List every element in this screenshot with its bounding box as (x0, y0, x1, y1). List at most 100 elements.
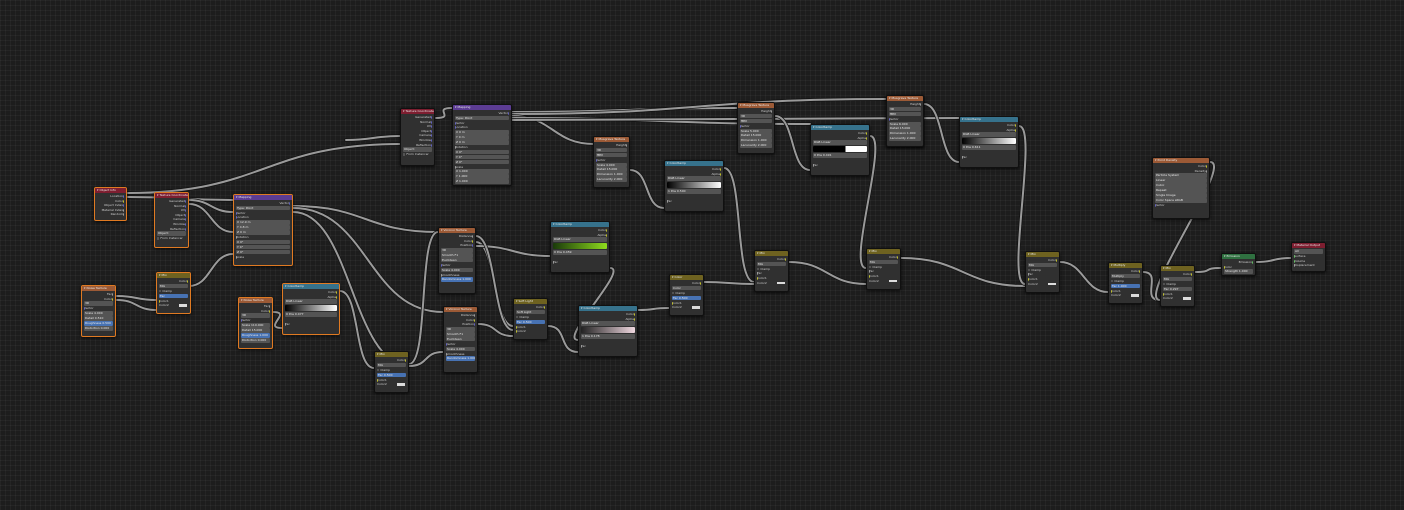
property-field[interactable]: 1 Pos 0.500 (667, 189, 721, 194)
property-field[interactable]: Mix (1163, 276, 1192, 282)
socket-icon[interactable] (516, 325, 517, 329)
socket-icon[interactable] (1191, 273, 1192, 276)
property-field[interactable]: Detail 15.000 (740, 133, 772, 139)
color-input[interactable]: Color2 (1111, 293, 1140, 298)
socket-icon[interactable] (123, 199, 124, 203)
color-swatch[interactable] (397, 383, 405, 386)
clamp-checkbox[interactable]: Clamp (1111, 279, 1140, 284)
property-field[interactable]: X 0 m (455, 130, 509, 135)
socket-icon[interactable] (1206, 169, 1207, 173)
socket-icon[interactable] (626, 144, 627, 147)
property-field[interactable]: Roughness 1.000 (241, 333, 270, 338)
color-swatch[interactable] (889, 279, 897, 283)
node-mix[interactable]: ▾ Mix Color Mix Clamp Fac Color1 Color2 (1025, 251, 1060, 293)
node-link[interactable] (408, 231, 439, 365)
chevron-down-icon[interactable]: ▾ (1155, 158, 1157, 163)
property-field[interactable]: Type: Point (236, 205, 290, 211)
socket-icon[interactable] (581, 344, 582, 348)
node-header[interactable]: ▾ Texture Coordinate (155, 193, 188, 198)
chevron-down-icon[interactable]: ▾ (377, 352, 379, 357)
property-field[interactable]: Scale 5.000 (740, 128, 772, 134)
node-link[interactable] (188, 203, 234, 233)
chevron-down-icon[interactable]: ▾ (553, 222, 555, 227)
property-field[interactable]: Mix (377, 362, 406, 368)
clamp-checkbox[interactable]: From Instancer (157, 236, 186, 241)
socket-icon[interactable] (123, 213, 124, 217)
node-link[interactable] (127, 143, 402, 194)
node-header[interactable]: ▾ Material Output (1292, 243, 1325, 248)
socket-icon[interactable] (455, 165, 456, 169)
node-link[interactable] (923, 103, 960, 163)
node-object-info[interactable]: ▾ Object Info Location Color Object Index Mat… (94, 187, 127, 221)
property-field[interactable]: Scale 4.000 (84, 311, 113, 316)
color-ramp-gradient[interactable] (581, 327, 635, 334)
property-field[interactable]: Color (672, 285, 701, 291)
node-voronoi-texture[interactable]: ▾ Voronoi Texture Distance Color Position 3D S… (443, 306, 478, 373)
socket-icon[interactable] (667, 199, 668, 203)
property-field[interactable]: 0 Pos 0.077 (285, 312, 337, 317)
property-field[interactable]: Smooth F1 (441, 252, 473, 258)
socket-icon[interactable] (472, 244, 473, 248)
node-mix[interactable]: ▾ Mix Color Mix Clamp Fac 0.297 Color1 Color2 (1160, 265, 1195, 307)
socket-icon[interactable] (700, 282, 701, 285)
socket-icon[interactable] (672, 301, 673, 305)
property-field[interactable]: X 0° (455, 149, 509, 155)
chevron-down-icon[interactable]: ▾ (516, 299, 518, 304)
property-field[interactable]: Z 0 m (455, 140, 509, 145)
property-field[interactable]: Fac 0.500 (377, 372, 406, 378)
property-field[interactable]: Object: (157, 231, 186, 237)
property-field[interactable]: Y 1.000 (455, 174, 509, 179)
node-mapping[interactable]: ▾ Mapping Vector Type: Point Vector Location X… (452, 104, 512, 187)
color-input[interactable]: Color2 (159, 303, 188, 308)
color-swatch[interactable] (777, 281, 785, 285)
color-ramp-gradient[interactable] (667, 182, 721, 189)
node-mix[interactable]: ▾ Mix Color Mix Clamp Fac 0.500 Color1 Color2 (374, 351, 409, 393)
node-multiply[interactable]: ▾ Multiply Color Multiply Clamp Fac 1.000 Colo… (1108, 262, 1143, 304)
property-field[interactable]: Mix (757, 261, 786, 267)
chevron-down-icon[interactable]: ▾ (1111, 263, 1113, 268)
color-ramp-gradient[interactable] (962, 138, 1016, 145)
color-input[interactable]: Color2 (1163, 296, 1192, 301)
socket-icon[interactable] (446, 352, 447, 356)
property-field[interactable]: Detail 15.000 (241, 328, 270, 333)
socket-icon[interactable] (606, 233, 607, 237)
node-link[interactable] (188, 253, 234, 287)
chevron-down-icon[interactable]: ▾ (1224, 254, 1226, 259)
socket-icon[interactable] (405, 359, 406, 362)
socket-icon[interactable] (336, 291, 337, 294)
socket-icon[interactable] (1015, 128, 1016, 132)
property-field[interactable]: Euclidean (446, 336, 475, 342)
chevron-down-icon[interactable]: ▾ (455, 105, 457, 110)
socket-icon[interactable] (1163, 292, 1164, 296)
property-field[interactable]: Dimension 1.000 (889, 131, 921, 136)
socket-icon[interactable] (785, 258, 786, 261)
node-noise-texture[interactable]: ▾ Noise Texture Fac Color 3D Vector Scale 4.00… (81, 285, 116, 337)
color-ramp-gradient[interactable] (813, 146, 867, 153)
socket-icon[interactable] (187, 280, 188, 283)
socket-icon[interactable] (185, 227, 186, 231)
property-field[interactable]: Y 0° (236, 244, 290, 250)
socket-icon[interactable] (431, 120, 432, 124)
clamp-checkbox[interactable]: Clamp (672, 291, 701, 296)
node-colorramp[interactable]: ▾ ColorRamp Color Alpha RGB Linear 0 Pos 0.45… (550, 221, 610, 273)
node-emission[interactable]: ▾ Emission Emission Color Strength 1.000 (1221, 253, 1256, 277)
socket-icon[interactable] (1206, 165, 1207, 168)
property-field[interactable]: X 0° (236, 239, 290, 245)
node-noise-texture[interactable]: ▾ Noise Texture Fac Color 3D Vector Scale 119.… (238, 297, 273, 349)
socket-icon[interactable] (474, 318, 475, 322)
property-field[interactable]: Fac 0.500 (516, 319, 545, 325)
clamp-checkbox[interactable]: From Instancer (403, 152, 432, 157)
chevron-down-icon[interactable]: ▾ (962, 117, 964, 122)
socket-icon[interactable] (431, 125, 432, 129)
property-field[interactable]: Scale 4.000 (441, 267, 473, 273)
property-field[interactable]: RGB Linear (962, 132, 1016, 138)
property-field[interactable]: Euclidean (441, 257, 473, 263)
chevron-down-icon[interactable]: ▾ (1028, 252, 1030, 257)
socket-icon[interactable] (159, 299, 160, 303)
node-header[interactable]: ▾ Texture Coordinate (401, 109, 434, 114)
clamp-checkbox[interactable]: Clamp (1163, 282, 1192, 287)
socket-icon[interactable] (236, 255, 237, 259)
chevron-down-icon[interactable]: ▾ (1163, 266, 1165, 271)
socket-icon[interactable] (544, 306, 545, 309)
property-field[interactable]: Z 1.000 (455, 179, 509, 184)
